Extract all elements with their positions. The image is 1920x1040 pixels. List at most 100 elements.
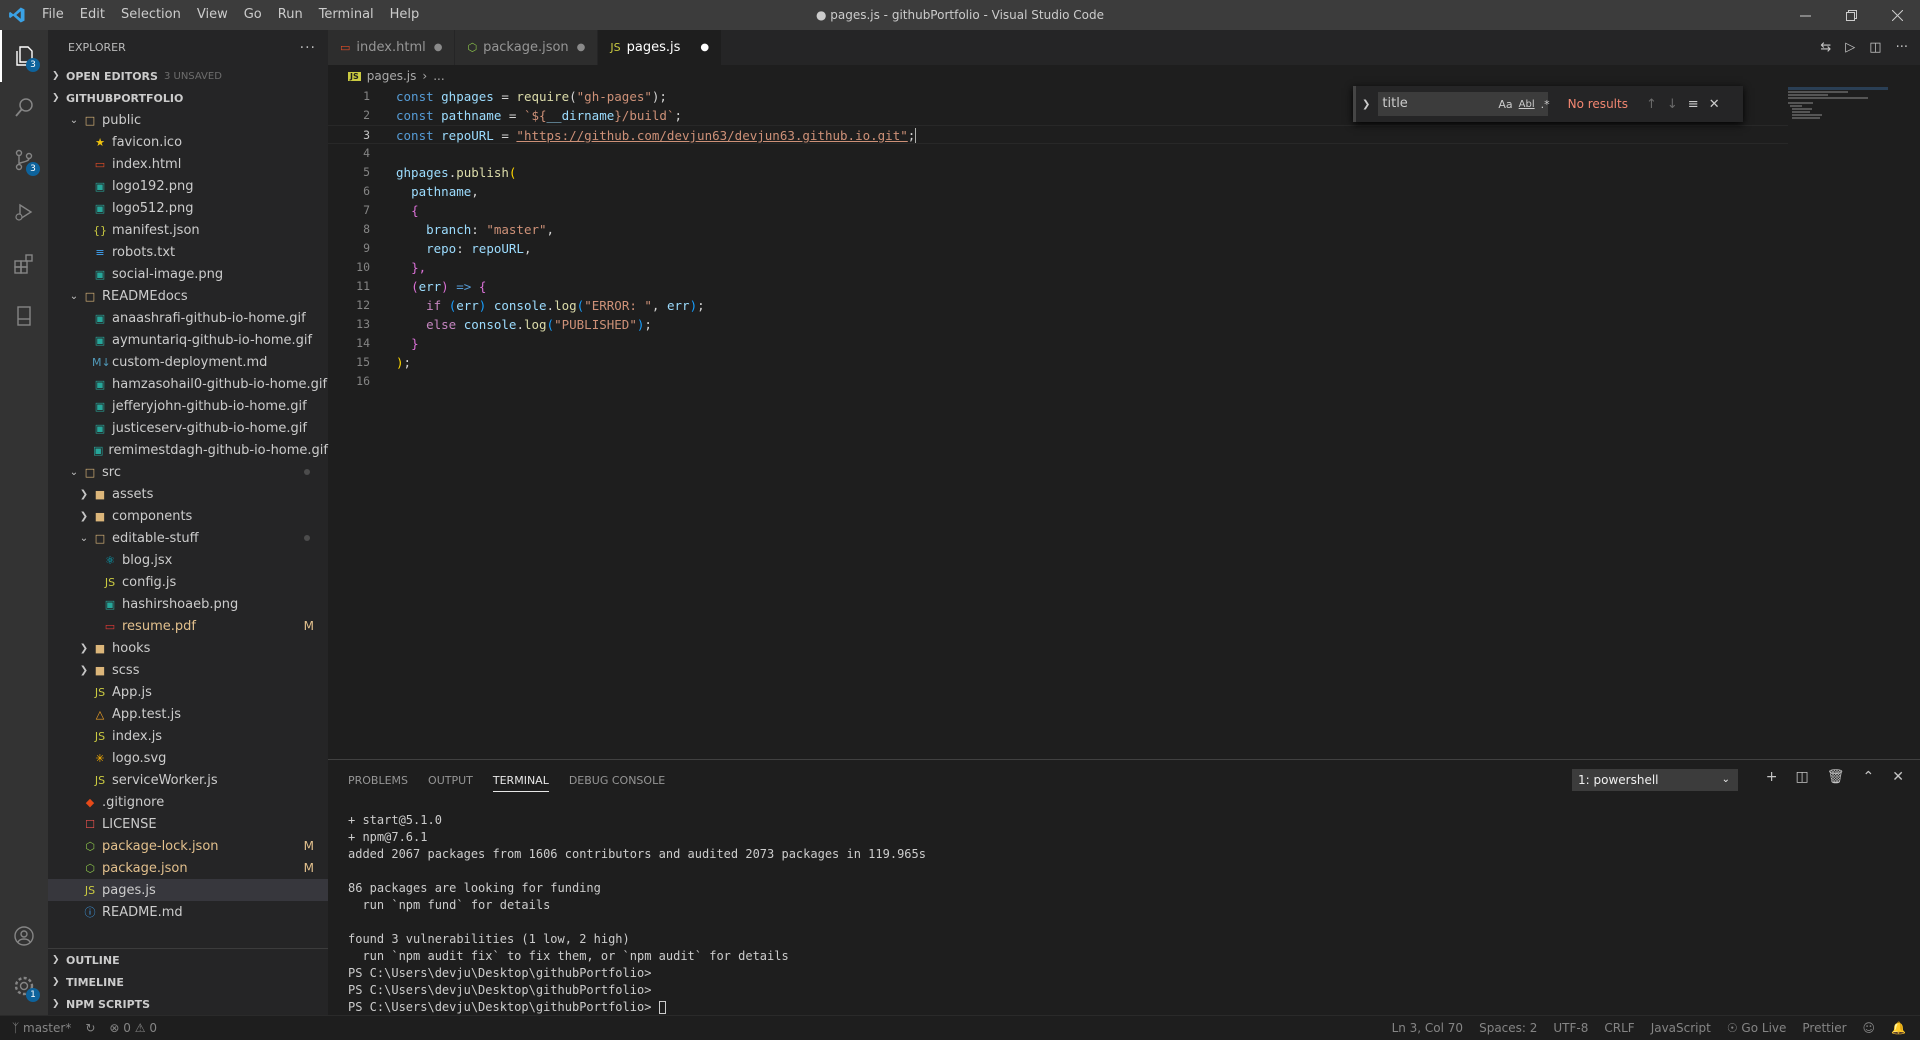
tab-package-json[interactable]: ⬡ package.json ● — [455, 30, 599, 65]
tree-item[interactable]: JS index.js — [48, 725, 328, 747]
encoding[interactable]: UTF-8 — [1553, 1021, 1588, 1035]
tree-item[interactable]: ❯ ■ assets — [48, 483, 328, 505]
remote-explorer-icon[interactable] — [0, 290, 48, 342]
tab-pages-js[interactable]: JS pages.js ● — [598, 30, 723, 65]
panel-tab-output[interactable]: OUTPUT — [428, 774, 473, 787]
terminal-select[interactable]: 1: powershell ⌄ — [1572, 769, 1738, 791]
tree-item[interactable]: M↓ custom-deployment.md — [48, 351, 328, 373]
panel-tab-terminal[interactable]: TERMINAL — [492, 774, 549, 792]
cursor-position[interactable]: Ln 3, Col 70 — [1392, 1021, 1464, 1035]
outline-section[interactable]: ❯ OUTLINE — [48, 949, 328, 971]
branch-status[interactable]: ᛉ master* — [12, 1021, 71, 1035]
go-live-button[interactable]: ☉ Go Live — [1727, 1021, 1787, 1035]
terminal-output[interactable]: + start@5.1.0 + npm@7.6.1 added 2067 pac… — [348, 812, 926, 1016]
open-editors-section[interactable]: ❯ OPEN EDITORS 3 UNSAVED — [48, 65, 328, 87]
tree-item[interactable]: ▣ remimestdagh-github-io-home.gif — [48, 439, 328, 461]
end-of-line[interactable]: CRLF — [1604, 1021, 1634, 1035]
tree-item[interactable]: ▣ logo192.png — [48, 175, 328, 197]
menu-help[interactable]: Help — [382, 0, 428, 30]
indentation[interactable]: Spaces: 2 — [1479, 1021, 1537, 1035]
tree-item[interactable]: ▣ aymuntariq-github-io-home.gif — [48, 329, 328, 351]
source-control-icon[interactable]: 3 — [0, 134, 48, 186]
tree-item[interactable]: JS serviceWorker.js — [48, 769, 328, 791]
split-terminal-icon[interactable]: ◫ — [1796, 769, 1809, 785]
tree-item[interactable]: ❯ ■ components — [48, 505, 328, 527]
tree-item[interactable]: JS config.js — [48, 571, 328, 593]
tree-item[interactable]: ❯ ■ hooks — [48, 637, 328, 659]
explorer-icon[interactable]: 3 — [0, 30, 48, 82]
tree-item[interactable]: ▣ anaashrafi-github-io-home.gif — [48, 307, 328, 329]
breadcrumb-rest[interactable]: ... — [433, 69, 444, 83]
more-actions-icon[interactable]: ··· — [1896, 40, 1908, 55]
open-changes-icon[interactable]: ⇆ — [1820, 40, 1831, 55]
tree-item[interactable]: ≡ robots.txt — [48, 241, 328, 263]
tree-item[interactable]: ⌄ □ READMEdocs — [48, 285, 328, 307]
run-debug-icon[interactable] — [0, 186, 48, 238]
project-root-section[interactable]: ❯ GITHUBPORTFOLIO — [48, 87, 328, 109]
tree-item[interactable]: JS App.js — [48, 681, 328, 703]
unsaved-dot-icon[interactable]: ● — [700, 42, 709, 53]
tree-item[interactable]: ★ favicon.ico — [48, 131, 328, 153]
unsaved-dot-icon[interactable]: ● — [577, 42, 586, 53]
panel-tab-debug-console[interactable]: DEBUG CONSOLE — [569, 774, 665, 787]
problems-status[interactable]: ⊗ 0 ⚠ 0 — [109, 1021, 157, 1035]
match-case-icon[interactable]: Aa — [1498, 98, 1512, 111]
notifications-icon[interactable]: 🔔 — [1891, 1021, 1906, 1035]
menu-file[interactable]: File — [34, 0, 72, 30]
menu-view[interactable]: View — [189, 0, 236, 30]
close-find-icon[interactable]: ✕ — [1709, 97, 1720, 112]
kill-terminal-icon[interactable]: 🗑 — [1827, 769, 1845, 785]
previous-match-icon[interactable]: ↑ — [1646, 97, 1657, 112]
panel-tab-problems[interactable]: PROBLEMS — [348, 774, 408, 787]
prettier-status[interactable]: Prettier — [1802, 1021, 1846, 1035]
tree-item[interactable]: ⌄ □ public — [48, 109, 328, 131]
tree-item[interactable]: ⌄ □ src — [48, 461, 328, 483]
tab-index-html[interactable]: ▭ index.html ● — [328, 30, 456, 65]
restore-button[interactable] — [1828, 0, 1874, 30]
tree-item[interactable]: ▭ resume.pdf M — [48, 615, 328, 637]
settings-gear-icon[interactable]: 1 — [0, 960, 48, 1012]
regex-icon[interactable]: .* — [1541, 98, 1550, 111]
accounts-icon[interactable] — [0, 910, 48, 962]
menu-terminal[interactable]: Terminal — [311, 0, 382, 30]
timeline-section[interactable]: ❯ TIMELINE — [48, 971, 328, 993]
tree-item[interactable]: △ App.test.js — [48, 703, 328, 725]
menu-run[interactable]: Run — [270, 0, 311, 30]
tree-item[interactable]: JS pages.js — [48, 879, 328, 901]
tree-item[interactable]: ▣ social-image.png — [48, 263, 328, 285]
next-match-icon[interactable]: ↓ — [1667, 97, 1678, 112]
search-icon[interactable] — [0, 82, 48, 134]
menu-go[interactable]: Go — [236, 0, 270, 30]
tree-item[interactable]: ▣ jefferyjohn-github-io-home.gif — [48, 395, 328, 417]
tree-item[interactable]: ▣ justiceserv-github-io-home.gif — [48, 417, 328, 439]
tree-item[interactable]: ☐ LICENSE — [48, 813, 328, 835]
match-word-icon[interactable]: Abl — [1519, 99, 1535, 110]
more-actions-icon[interactable]: ··· — [300, 40, 316, 56]
sync-icon[interactable]: ↻ — [85, 1021, 95, 1035]
tree-item[interactable]: ▣ logo512.png — [48, 197, 328, 219]
maximize-panel-icon[interactable]: ⌃ — [1863, 769, 1875, 785]
tree-item[interactable]: ⚛ blog.jsx — [48, 549, 328, 571]
tree-item[interactable]: ▣ hamzasohail0-github-io-home.gif — [48, 373, 328, 395]
close-window-button[interactable] — [1874, 0, 1920, 30]
code-editor[interactable]: 1 const ghpages = require("gh-pages"); 2 co… — [328, 87, 1788, 759]
tree-item[interactable]: ❯ ■ scss — [48, 659, 328, 681]
run-file-icon[interactable]: ▷ — [1845, 40, 1855, 55]
split-editor-icon[interactable]: ◫ — [1869, 40, 1881, 55]
tree-item[interactable]: ▣ hashirshoaeb.png — [48, 593, 328, 615]
minimap[interactable] — [1788, 87, 1906, 147]
tree-item[interactable]: ◆ .gitignore — [48, 791, 328, 813]
feedback-icon[interactable]: ☺ — [1863, 1021, 1876, 1035]
breadcrumb-file[interactable]: pages.js — [367, 69, 417, 83]
unsaved-dot-icon[interactable]: ● — [434, 42, 443, 53]
new-terminal-icon[interactable]: + — [1766, 769, 1778, 785]
toggle-replace-icon[interactable]: ❯ — [1362, 99, 1370, 110]
extensions-icon[interactable] — [0, 238, 48, 290]
menu-edit[interactable]: Edit — [72, 0, 113, 30]
tree-item[interactable]: ✳ logo.svg — [48, 747, 328, 769]
find-in-selection-icon[interactable]: ≡ — [1688, 97, 1699, 112]
menu-selection[interactable]: Selection — [113, 0, 189, 30]
tree-item[interactable]: ▭ index.html — [48, 153, 328, 175]
close-panel-icon[interactable]: ✕ — [1892, 769, 1904, 785]
tree-item[interactable]: ⓘ README.md — [48, 901, 328, 923]
